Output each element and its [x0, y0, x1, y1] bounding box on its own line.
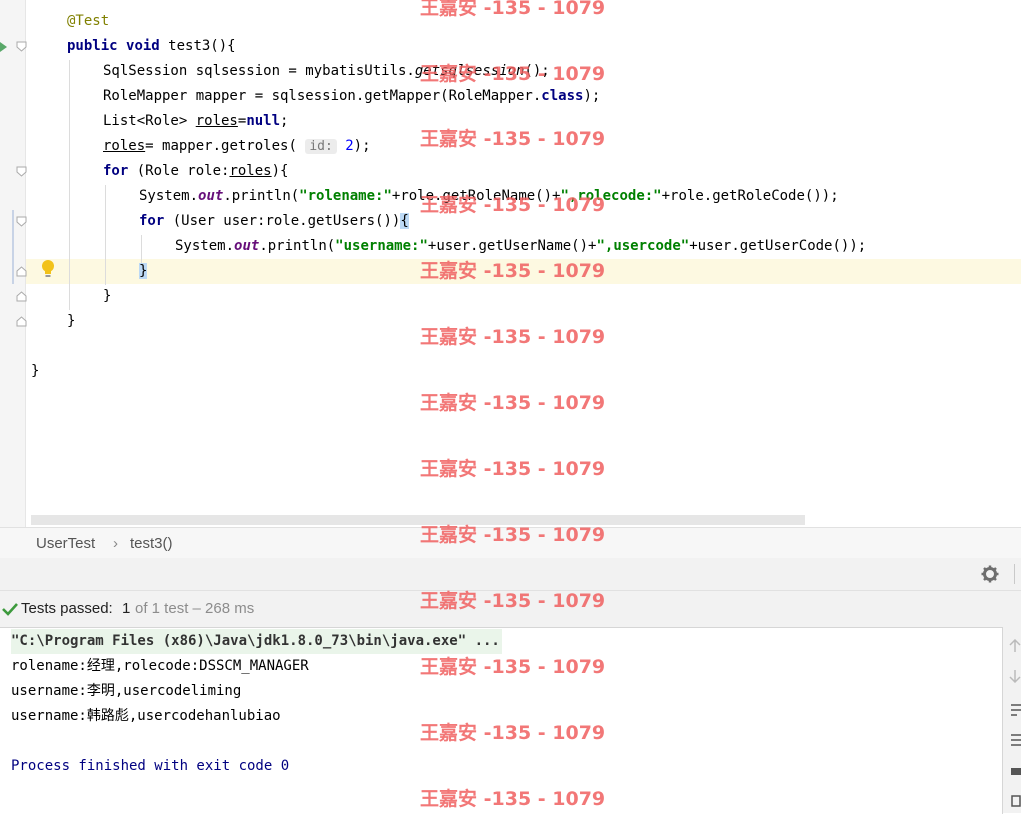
code-editor[interactable]: @Test public void test3(){ SqlSession sq…: [0, 0, 1021, 527]
passed-count: 1: [122, 600, 131, 617]
console-output[interactable]: "C:\Program Files (x86)\Java\jdk1.8.0_73…: [0, 627, 1003, 814]
change-marker: [12, 210, 14, 284]
console-line: rolename:经理,rolecode:DSSCM_MANAGER: [11, 658, 309, 674]
print-icon[interactable]: [1011, 765, 1021, 779]
code-line: System.out.println("username:"+user.getU…: [175, 238, 867, 254]
trash-icon[interactable]: [1011, 793, 1021, 807]
settings-icon[interactable]: [981, 565, 999, 583]
fold-icon[interactable]: [16, 166, 27, 177]
scroll-up-icon[interactable]: [1009, 639, 1021, 653]
editor-gutter[interactable]: [0, 0, 27, 527]
code-line: roles= mapper.getroles( id: 2);: [103, 138, 371, 154]
horizontal-scrollbar[interactable]: [31, 515, 805, 525]
console-side-toolbar: [1003, 627, 1021, 813]
fold-icon[interactable]: [16, 41, 27, 52]
console-line: username:李明,usercodeliming: [11, 683, 242, 699]
code-line: }: [139, 263, 148, 279]
code-line: }: [67, 313, 76, 329]
run-test-icon[interactable]: [0, 42, 8, 52]
parameter-hint: id:: [305, 139, 337, 154]
toolbar-divider: [1014, 564, 1015, 584]
filter-icon[interactable]: [1011, 733, 1021, 747]
code-line: RoleMapper mapper = sqlsession.getMapper…: [103, 88, 601, 104]
breadcrumb-method[interactable]: test3(): [130, 535, 173, 552]
breadcrumb-separator: ›: [113, 535, 118, 552]
fold-icon[interactable]: [16, 291, 27, 302]
indent-guide: [105, 185, 106, 285]
console-line: username:韩路彪,usercodehanlubiao: [11, 708, 281, 724]
code-line: List<Role> roles=null;: [103, 113, 289, 129]
breadcrumb: UserTest › test3(): [0, 527, 1021, 559]
code-line: SqlSession sqlsession = mybatisUtils.get…: [103, 63, 550, 79]
code-line: System.out.println("rolename:"+role.getR…: [139, 188, 839, 204]
code-line: }: [31, 363, 40, 379]
code-line: public void test3(){: [67, 38, 236, 54]
check-icon: [2, 603, 18, 616]
code-line: @Test: [67, 13, 110, 29]
indent-guide: [69, 60, 70, 310]
code-line: for (User user:role.getUsers()){: [139, 213, 409, 229]
fold-icon[interactable]: [16, 216, 27, 227]
test-status-bar: Tests passed: 1 of 1 test – 268 ms: [0, 591, 1021, 627]
status-label: Tests passed:: [21, 600, 113, 617]
fold-icon[interactable]: [16, 266, 27, 277]
code-line: for (Role role:roles){: [103, 163, 289, 179]
console-line: "C:\Program Files (x86)\Java\jdk1.8.0_73…: [11, 629, 502, 654]
current-line-highlight: [26, 259, 1021, 284]
run-toolbar: [0, 558, 1021, 591]
scroll-down-icon[interactable]: [1009, 669, 1021, 683]
code-line: }: [103, 288, 112, 304]
wrap-icon[interactable]: [1011, 703, 1021, 717]
breadcrumb-class[interactable]: UserTest: [36, 535, 95, 552]
status-detail: of 1 test – 268 ms: [135, 600, 255, 617]
console-line: Process finished with exit code 0: [11, 758, 290, 774]
bulb-icon[interactable]: [41, 259, 55, 279]
fold-icon[interactable]: [16, 316, 27, 327]
